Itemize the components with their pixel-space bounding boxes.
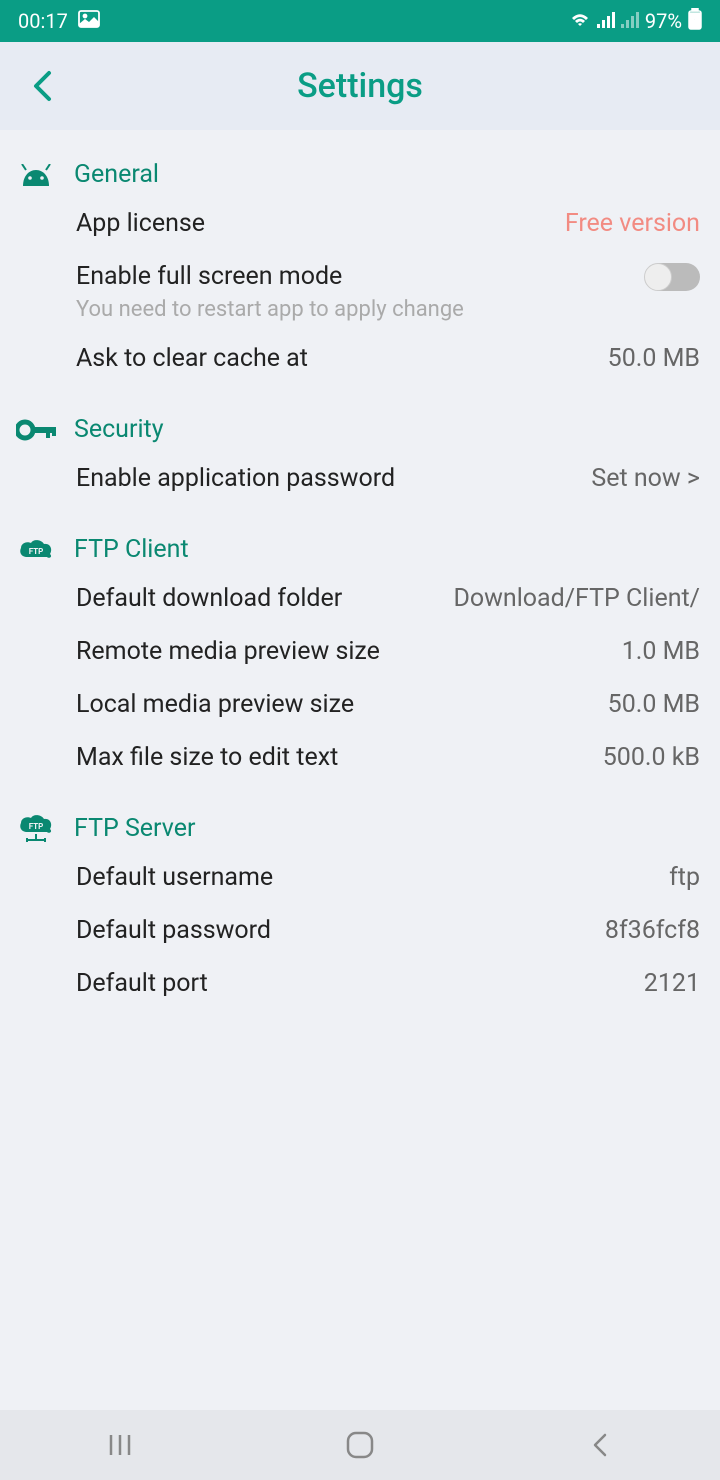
value-download-folder: Download/FTP Client/ [453,584,700,613]
row-cache[interactable]: Ask to clear cache at 50.0 MB [0,332,720,385]
status-left: 00:17 [18,9,100,33]
value-app-password: Set now > [591,464,700,493]
section-title-security: Security [74,415,164,444]
row-max-edit[interactable]: Max file size to edit text 500.0 kB [0,731,720,784]
row-default-port[interactable]: Default port 2121 [0,957,720,1010]
value-default-username: ftp [669,863,700,892]
wifi-icon [569,9,591,33]
svg-text:FTP: FTP [29,822,44,831]
navigation-bar [0,1410,720,1480]
section-title-ftp-server: FTP Server [74,814,195,843]
value-app-license: Free version [565,209,700,238]
value-local-preview: 50.0 MB [608,690,700,719]
hint-fullscreen: You need to restart app to apply change [0,297,720,332]
nav-back-button[interactable] [560,1425,640,1465]
status-right: 97% [569,8,702,35]
row-fullscreen[interactable]: Enable full screen mode [0,250,720,303]
label-download-folder: Default download folder [76,584,342,613]
nav-recents-button[interactable] [80,1425,160,1465]
section-header-ftp-server: FTP FTP Server [0,814,720,851]
section-ftp-server: FTP FTP Server Default username ftp Defa… [0,784,720,1010]
section-header-general: General [0,160,720,197]
label-fullscreen: Enable full screen mode [76,262,342,291]
svg-text:FTP: FTP [29,547,44,556]
value-max-edit: 500.0 kB [603,743,700,772]
row-app-password[interactable]: Enable application password Set now > [0,452,720,505]
section-header-security: Security [0,415,720,452]
row-local-preview[interactable]: Local media preview size 50.0 MB [0,678,720,731]
row-default-username[interactable]: Default username ftp [0,851,720,904]
label-remote-preview: Remote media preview size [76,637,380,666]
settings-content: General App license Free version Enable … [0,130,720,1010]
ftp-server-icon: FTP [16,815,56,843]
section-title-general: General [74,160,159,189]
ftp-cloud-icon: FTP [16,536,56,564]
section-general: General App license Free version Enable … [0,130,720,385]
signal-icon-2 [621,9,639,33]
status-bar: 00:17 [0,0,720,42]
label-default-username: Default username [76,863,273,892]
label-app-password: Enable application password [76,464,395,493]
section-title-ftp-client: FTP Client [74,535,189,564]
value-default-port: 2121 [644,969,700,998]
android-icon [16,161,56,189]
row-app-license[interactable]: App license Free version [0,197,720,250]
app-header: Settings [0,42,720,130]
label-cache: Ask to clear cache at [76,344,308,373]
key-icon [16,416,56,444]
page-title: Settings [0,66,720,106]
battery-icon [688,8,702,35]
label-max-edit: Max file size to edit text [76,743,338,772]
value-remote-preview: 1.0 MB [622,637,700,666]
toggle-fullscreen[interactable] [646,263,700,291]
battery-text: 97% [645,9,682,33]
label-default-port: Default port [76,969,208,998]
back-button[interactable] [22,66,62,106]
section-header-ftp-client: FTP FTP Client [0,535,720,572]
signal-icon [597,9,615,33]
label-default-password: Default password [76,916,271,945]
section-security: Security Enable application password Set… [0,385,720,505]
value-cache: 50.0 MB [608,344,700,373]
row-default-password[interactable]: Default password 8f36fcf8 [0,904,720,957]
row-download-folder[interactable]: Default download folder Download/FTP Cli… [0,572,720,625]
label-local-preview: Local media preview size [76,690,354,719]
section-ftp-client: FTP FTP Client Default download folder D… [0,505,720,784]
status-time: 00:17 [18,9,68,33]
toggle-knob [644,263,672,291]
value-default-password: 8f36fcf8 [605,916,700,945]
row-remote-preview[interactable]: Remote media preview size 1.0 MB [0,625,720,678]
nav-home-button[interactable] [320,1425,400,1465]
label-app-license: App license [76,209,205,238]
image-icon [78,9,100,33]
